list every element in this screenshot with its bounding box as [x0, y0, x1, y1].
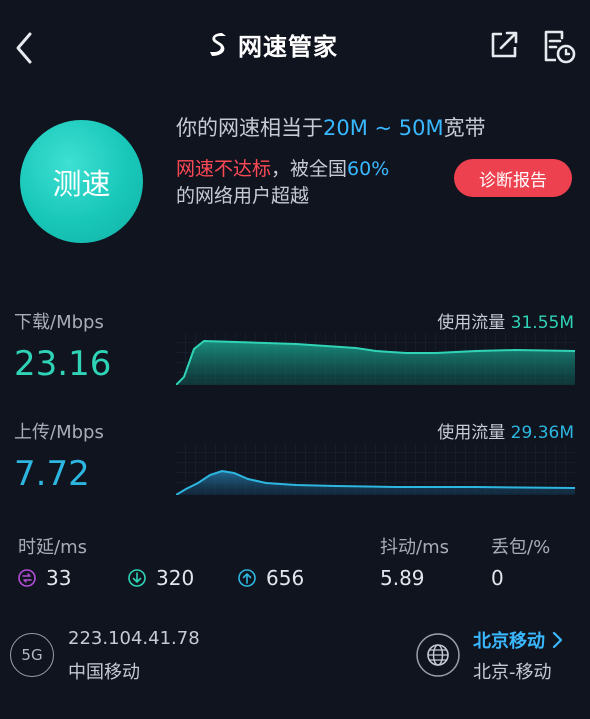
back-chevron-icon[interactable]: [8, 28, 40, 68]
download-arrow-icon: [128, 569, 146, 587]
upload-usage-value: 29.36M: [510, 423, 574, 443]
globe-icon: [416, 633, 460, 677]
loss-label: 丢包/%: [491, 537, 551, 558]
beaten-percent: 60%: [347, 158, 390, 180]
download-speed-chart: [176, 333, 575, 385]
share-export-icon[interactable]: [487, 28, 521, 62]
app-title: 网速管家: [204, 24, 338, 64]
upload-value: 7.72: [14, 454, 90, 494]
download-value: 23.16: [14, 344, 112, 384]
test-server-link[interactable]: 北京移动: [473, 627, 563, 653]
equivalence-prefix: 你的网速相当于: [176, 116, 323, 140]
network-type-badge: 5G: [10, 633, 54, 677]
diagnosis-report-button[interactable]: 诊断报告: [454, 159, 572, 197]
upload-label: 上传/Mbps: [14, 422, 104, 443]
upload-usage-label: 使用流量: [437, 423, 506, 443]
download-label: 下载/Mbps: [14, 312, 104, 333]
latency-upload-value: 656: [266, 566, 305, 590]
upload-arrow-icon: [238, 569, 256, 587]
download-usage-value: 31.55M: [510, 313, 574, 333]
server-name: 北京移动: [473, 631, 545, 652]
loss-value: 0: [491, 566, 504, 590]
latency-upload: 656: [238, 566, 304, 590]
beaten-prefix: ，被全国: [271, 158, 348, 180]
idle-swap-icon: [18, 569, 36, 587]
isp-name: 中国移动: [68, 662, 140, 683]
download-usage-label: 使用流量: [437, 313, 506, 333]
page-title: 网速管家: [238, 32, 338, 61]
chevron-right-icon: [552, 631, 563, 649]
latency-idle-value: 33: [46, 566, 72, 590]
latency-idle: 33: [18, 566, 71, 590]
bandwidth-range: 20M ~ 50M: [323, 116, 444, 140]
speed-equivalence-text: 你的网速相当于20M ~ 50M宽带: [176, 112, 486, 142]
diagnosis-report-label: 诊断报告: [479, 170, 547, 191]
ip-address: 223.104.41.78: [68, 628, 200, 649]
network-type-label: 5G: [21, 646, 43, 664]
jitter-value: 5.89: [380, 566, 425, 590]
speed-test-button[interactable]: 测速: [20, 120, 143, 243]
jitter-label: 抖动/ms: [380, 537, 449, 558]
latency-download: 320: [128, 566, 194, 590]
beaten-suffix: 的网络用户超越: [176, 185, 310, 207]
server-location: 北京-移动: [473, 662, 552, 683]
speed-logo-icon: [210, 33, 226, 56]
speed-test-label: 测速: [52, 166, 111, 201]
history-record-icon[interactable]: [540, 28, 578, 66]
equivalence-suffix: 宽带: [443, 116, 486, 140]
upload-speed-chart: [176, 443, 575, 495]
warning-label: 网速不达标: [176, 158, 272, 180]
speed-warning-text: 网速不达标，被全国60%: [176, 154, 389, 181]
latency-download-value: 320: [156, 566, 195, 590]
latency-label: 时延/ms: [18, 537, 87, 558]
upload-usage: 使用流量 29.36M: [380, 418, 574, 443]
download-usage: 使用流量 31.55M: [380, 308, 574, 333]
